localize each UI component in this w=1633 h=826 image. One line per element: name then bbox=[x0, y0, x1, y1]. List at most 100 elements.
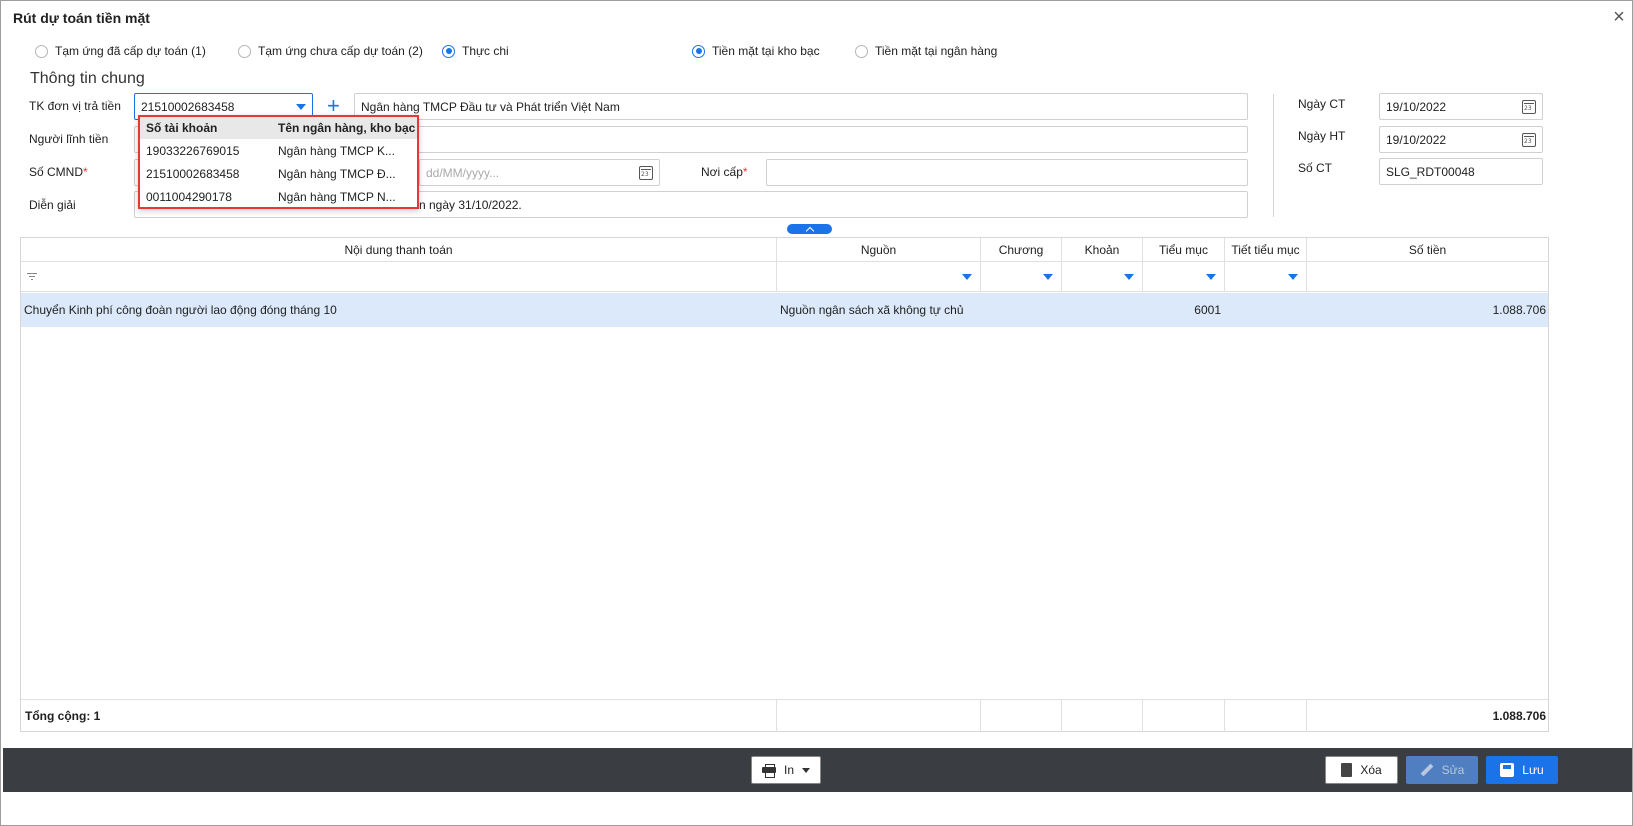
delete-label: Xóa bbox=[1360, 763, 1382, 777]
save-button[interactable]: Lưu bbox=[1486, 756, 1558, 784]
issued-place-input[interactable] bbox=[766, 159, 1248, 186]
add-icon[interactable]: + bbox=[327, 95, 340, 117]
dropdown-option[interactable]: 21510002683458 Ngân hàng TMCP Đ... bbox=[140, 162, 417, 185]
chevron-down-icon[interactable] bbox=[296, 103, 306, 110]
ngay-ht-value: 19/10/2022 bbox=[1386, 132, 1447, 147]
dropdown-option-bank: Ngân hàng TMCP N... bbox=[278, 189, 396, 204]
radio-advance-unallocated[interactable]: Tạm ứng chưa cấp dự toán (2) bbox=[238, 43, 423, 59]
footer-total-amount: 1.088.706 bbox=[1492, 709, 1546, 723]
issued-place-label-text: Nơi cấp bbox=[701, 165, 743, 179]
ngay-ct-label: Ngày CT bbox=[1298, 97, 1346, 111]
edit-label: Sửa bbox=[1441, 763, 1465, 777]
chevron-down-icon[interactable] bbox=[962, 273, 972, 280]
vertical-divider bbox=[1273, 94, 1274, 217]
chevron-down-icon[interactable] bbox=[802, 767, 810, 773]
column-header-subsubitem[interactable]: Tiết tiểu mục bbox=[1225, 238, 1307, 261]
ngay-ct-value: 19/10/2022 bbox=[1386, 99, 1447, 114]
filter-cell-chapter[interactable] bbox=[981, 262, 1062, 291]
save-icon bbox=[1500, 763, 1515, 777]
column-header-chapter[interactable]: Chương bbox=[981, 238, 1062, 261]
radio-cash-treasury[interactable]: Tiền mặt tại kho bạc bbox=[692, 43, 820, 59]
grid-header: Nội dung thanh toán Nguồn Chương Khoản T… bbox=[21, 238, 1548, 262]
issued-place-label: Nơi cấp* bbox=[701, 165, 748, 179]
pencil-icon bbox=[1420, 763, 1434, 777]
table-row[interactable]: Chuyển Kinh phí công đoàn người lao động… bbox=[21, 293, 1548, 327]
cell-source: Nguồn ngân sách xã không tự chủ bbox=[780, 303, 964, 317]
column-header-amount[interactable]: Số tiền bbox=[1307, 238, 1548, 261]
print-label: In bbox=[783, 763, 794, 777]
radio-circle-icon bbox=[855, 44, 868, 58]
required-mark: * bbox=[742, 165, 748, 179]
calendar-icon[interactable] bbox=[1522, 132, 1536, 147]
radio-cash-bank[interactable]: Tiền mặt tại ngân hàng bbox=[855, 43, 997, 59]
delete-button[interactable]: Xóa bbox=[1325, 756, 1398, 784]
required-mark: * bbox=[83, 165, 88, 179]
footer-cell bbox=[1225, 700, 1307, 732]
radio-actual-spend[interactable]: Thực chi bbox=[442, 43, 509, 59]
dropdown-option-account: 21510002683458 bbox=[146, 166, 240, 181]
filter-cell-subsubitem[interactable] bbox=[1225, 262, 1307, 291]
grid-filter-row bbox=[21, 262, 1548, 292]
dropdown-option[interactable]: 19033226769015 Ngân hàng TMCP K... bbox=[140, 139, 417, 162]
cell-subitem: 6001 bbox=[1194, 303, 1221, 317]
id-label-text: Số CMND bbox=[29, 165, 84, 179]
radio-advance-allocated[interactable]: Tạm ứng đã cấp dự toán (1) bbox=[35, 43, 206, 59]
filter-cell-content[interactable] bbox=[21, 262, 777, 291]
dropdown-header: Số tài khoản Tên ngân hàng, kho bạc bbox=[140, 117, 417, 139]
printer-icon bbox=[761, 764, 776, 778]
dropdown-header-bank: Tên ngân hàng, kho bạc bbox=[278, 121, 416, 135]
chevron-down-icon[interactable] bbox=[1043, 273, 1053, 280]
calendar-icon[interactable] bbox=[639, 165, 653, 180]
column-header-subitem[interactable]: Tiểu mục bbox=[1143, 238, 1225, 261]
trash-icon bbox=[1341, 763, 1353, 777]
filter-cell-subitem[interactable] bbox=[1143, 262, 1225, 291]
dropdown-option-account: 0011004290178 bbox=[146, 189, 232, 204]
section-title: Thông tin chung bbox=[30, 70, 145, 87]
bank-name-field[interactable]: Ngân hàng TMCP Đầu tư và Phát triển Việt… bbox=[354, 93, 1248, 120]
account-value: 21510002683458 bbox=[141, 99, 235, 114]
column-header-content[interactable]: Nội dung thanh toán bbox=[21, 238, 777, 261]
account-label: TK đơn vị trả tiền bbox=[29, 99, 121, 113]
footer-cell bbox=[1143, 700, 1225, 732]
dialog-window: Rút dự toán tiền mặt × Tạm ứng đã cấp dự… bbox=[0, 0, 1633, 826]
description-label: Diễn giải bbox=[29, 198, 76, 212]
radio-label: Tạm ứng chưa cấp dự toán (2) bbox=[258, 44, 423, 58]
print-button[interactable]: In bbox=[751, 756, 821, 784]
edit-button[interactable]: Sửa bbox=[1406, 756, 1478, 784]
dialog-title: Rút dự toán tiền mặt bbox=[13, 10, 150, 26]
collapse-toggle[interactable] bbox=[787, 224, 832, 235]
close-icon[interactable]: × bbox=[1609, 7, 1629, 27]
payment-grid: Nội dung thanh toán Nguồn Chương Khoản T… bbox=[20, 237, 1549, 732]
ngay-ht-input[interactable]: 19/10/2022 bbox=[1379, 126, 1543, 153]
footer-cell bbox=[981, 700, 1062, 732]
ngay-ct-input[interactable]: 19/10/2022 bbox=[1379, 93, 1543, 120]
chevron-down-icon[interactable] bbox=[1288, 273, 1298, 280]
column-header-item[interactable]: Khoản bbox=[1062, 238, 1143, 261]
radio-label: Tiền mặt tại kho bạc bbox=[712, 44, 820, 58]
so-ct-input[interactable]: SLG_RDT00048 bbox=[1379, 158, 1543, 185]
chevron-down-icon[interactable] bbox=[1206, 273, 1216, 280]
description-value: n ngày 31/10/2022. bbox=[419, 197, 522, 212]
filter-cell-item[interactable] bbox=[1062, 262, 1143, 291]
dropdown-option[interactable]: 0011004290178 Ngân hàng TMCP N... bbox=[140, 185, 417, 208]
filter-cell-amount bbox=[1307, 262, 1548, 291]
column-header-source[interactable]: Nguồn bbox=[777, 238, 981, 261]
dropdown-option-bank: Ngân hàng TMCP Đ... bbox=[278, 166, 396, 181]
receiver-label: Người lĩnh tiền bbox=[29, 132, 109, 146]
cell-content: Chuyển Kinh phí công đoàn người lao động… bbox=[24, 303, 337, 317]
radio-circle-icon bbox=[35, 44, 48, 58]
so-ct-value: SLG_RDT00048 bbox=[1386, 164, 1475, 179]
chevron-down-icon[interactable] bbox=[1124, 273, 1134, 280]
bank-name-value: Ngân hàng TMCP Đầu tư và Phát triển Việt… bbox=[361, 99, 620, 114]
filter-icon[interactable] bbox=[27, 272, 37, 281]
filter-cell-source[interactable] bbox=[777, 262, 981, 291]
so-ct-label: Số CT bbox=[1298, 161, 1333, 175]
radio-label: Tiền mặt tại ngân hàng bbox=[875, 44, 998, 58]
calendar-icon[interactable] bbox=[1522, 99, 1536, 114]
dropdown-option-bank: Ngân hàng TMCP K... bbox=[278, 143, 395, 158]
radio-circle-icon bbox=[238, 44, 251, 58]
id-issue-date-input[interactable]: dd/MM/yyyy... bbox=[419, 159, 660, 186]
cell-amount: 1.088.706 bbox=[1492, 303, 1546, 317]
ngay-ht-label: Ngày HT bbox=[1298, 129, 1346, 143]
radio-label: Tạm ứng đã cấp dự toán (1) bbox=[55, 44, 206, 58]
